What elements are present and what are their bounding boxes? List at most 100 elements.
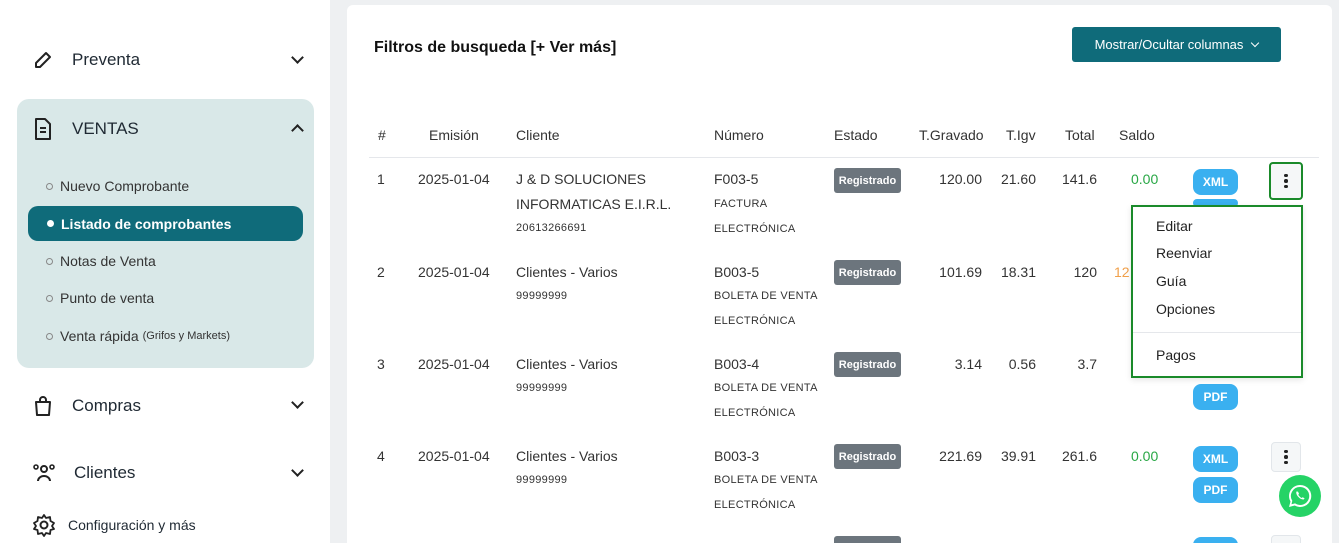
- sub-item-label: Venta rápida: [60, 328, 139, 344]
- cell-emision: 2025-01-04: [418, 356, 490, 372]
- col-header-cliente[interactable]: Cliente: [516, 127, 560, 143]
- sub-item-label: Notas de Venta: [60, 253, 156, 269]
- pdf-button[interactable]: PDF: [1193, 384, 1238, 410]
- nav-item-compras[interactable]: Compras: [32, 395, 141, 417]
- cell-emision: 2025-01-04: [418, 448, 490, 464]
- chevron-down-icon: [1251, 38, 1260, 47]
- cell-emision: 2025-01-04: [418, 264, 490, 280]
- gear-icon: [33, 514, 55, 537]
- show-hide-columns-button[interactable]: Mostrar/Ocultar columnas: [1072, 27, 1281, 62]
- cell-t-igv: 0.56: [1008, 356, 1036, 372]
- nav-item-preventa[interactable]: Preventa: [32, 49, 140, 71]
- bullet-icon: [46, 294, 53, 302]
- dot: [1284, 455, 1288, 459]
- chevron-down-icon[interactable]: [291, 464, 304, 477]
- dot: [1284, 460, 1288, 465]
- sub-item-note: (Grifos y Markets): [142, 330, 231, 342]
- cell-tipo-line2: ELECTRÓNICA: [714, 223, 796, 235]
- cell-tipo-line2: ELECTRÓNICA: [714, 499, 796, 511]
- nav-label-preventa: Preventa: [72, 50, 141, 69]
- sidebar-item-nuevo-comprobante[interactable]: Nuevo Comprobante: [46, 178, 189, 194]
- cell-total: 141.6: [1061, 171, 1097, 187]
- sub-item-label: Nuevo Comprobante: [60, 178, 190, 194]
- sub-item-label: Punto de venta: [60, 290, 155, 306]
- col-header-saldo[interactable]: Saldo: [1119, 127, 1155, 143]
- whatsapp-icon: [1289, 484, 1312, 507]
- xml-button[interactable]: XML: [1193, 169, 1238, 195]
- cell-numero: B003-5: [714, 264, 760, 280]
- xml-button[interactable]: XML: [1193, 446, 1238, 472]
- search-filters-toggle[interactable]: Filtros de busqueda [+ Ver más]: [374, 39, 616, 57]
- col-header-t-gravado[interactable]: T.Gravado: [919, 127, 984, 143]
- status-badge: Registrado: [834, 260, 901, 285]
- dot: [1284, 179, 1288, 183]
- sidebar: Preventa VENTAS Nuevo Comprobante Listad…: [0, 0, 330, 543]
- col-header-t-igv[interactable]: T.Igv: [1006, 127, 1036, 143]
- cell-numero: F003-5: [714, 171, 759, 187]
- status-badge-partial: [834, 536, 901, 543]
- cell-cliente: Clientes - Varios: [516, 448, 618, 464]
- bullet-icon: [47, 220, 54, 227]
- cell-tipo: BOLETA DE VENTA: [714, 382, 818, 394]
- cell-t-gravado: 221.69: [939, 448, 982, 464]
- nav-item-top-partial[interactable]: [32, 0, 54, 6]
- sidebar-item-venta-rapida[interactable]: Venta rápida (Grifos y Markets): [46, 328, 230, 344]
- bullet-icon: [46, 257, 53, 265]
- col-header-numero[interactable]: Número: [714, 127, 764, 143]
- menu-item-pagos[interactable]: Pagos: [1156, 347, 1196, 363]
- cell-numero: B003-4: [714, 356, 760, 372]
- cell-t-gravado: 120.00: [939, 171, 982, 187]
- nav-label-clientes: Clientes: [74, 463, 136, 482]
- chevron-down-icon[interactable]: [291, 396, 304, 409]
- cell-numero: B003-3: [714, 448, 760, 464]
- sub-item-label: Listado de comprobantes: [61, 215, 232, 232]
- col-header-index: #: [378, 127, 386, 143]
- menu-item-opciones[interactable]: Opciones: [1156, 301, 1215, 317]
- nav-label-compras: Compras: [72, 396, 141, 415]
- main-card: Filtros de busqueda [+ Ver más] Mostrar/…: [347, 5, 1332, 543]
- status-badge: Registrado: [834, 168, 901, 193]
- document-icon: [35, 118, 51, 140]
- cell-emision: 2025-01-04: [418, 171, 490, 187]
- cell-total: 120: [1073, 264, 1097, 280]
- cell-tipo: BOLETA DE VENTA: [714, 290, 818, 302]
- bullet-icon: [46, 182, 53, 190]
- cell-tipo-line2: ELECTRÓNICA: [714, 407, 796, 419]
- sidebar-item-listado-comprobantes[interactable]: Listado de comprobantes: [28, 206, 303, 241]
- col-header-estado[interactable]: Estado: [834, 127, 878, 143]
- cell-cliente-doc: 20613266691: [516, 222, 587, 234]
- dot: [1284, 184, 1288, 189]
- xml-button-partial[interactable]: [1193, 537, 1238, 543]
- cell-cliente: J & D SOLUCIONES: [516, 171, 646, 187]
- pdf-button[interactable]: PDF: [1193, 477, 1238, 503]
- status-badge: Registrado: [834, 444, 901, 469]
- cell-tipo-line2: ELECTRÓNICA: [714, 315, 796, 327]
- col-header-emision[interactable]: Emisión: [429, 127, 479, 143]
- bullet-icon: [46, 332, 53, 340]
- cell-saldo: 12: [1114, 264, 1130, 280]
- nav-label-configuracion: Configuración y más: [68, 517, 196, 533]
- menu-item-reenviar[interactable]: Reenviar: [1156, 245, 1212, 261]
- cell-index: 3: [377, 356, 385, 372]
- cell-tipo: FACTURA: [714, 198, 768, 210]
- col-header-total[interactable]: Total: [1065, 127, 1095, 143]
- row-actions-button[interactable]: [1271, 442, 1301, 472]
- cell-tipo: BOLETA DE VENTA: [714, 474, 818, 486]
- nav-item-configuracion[interactable]: Configuración y más: [32, 513, 196, 537]
- sidebar-item-punto-de-venta[interactable]: Punto de venta: [46, 290, 154, 306]
- cell-cliente: Clientes - Varios: [516, 264, 618, 280]
- cell-cliente-doc: 99999999: [516, 474, 568, 486]
- cell-t-gravado: 101.69: [939, 264, 982, 280]
- nav-item-ventas[interactable]: VENTAS: [32, 117, 139, 141]
- row-actions-button[interactable]: [1269, 162, 1303, 200]
- menu-item-guia[interactable]: Guía: [1156, 273, 1186, 289]
- nav-item-clientes[interactable]: Clientes: [32, 462, 135, 484]
- cell-saldo: 0.00: [1131, 171, 1159, 187]
- whatsapp-button[interactable]: [1279, 475, 1321, 517]
- row-actions-button-partial[interactable]: [1271, 535, 1301, 543]
- menu-divider: [1133, 332, 1301, 333]
- chevron-down-icon[interactable]: [291, 51, 304, 64]
- row-actions-menu: Editar Reenviar Guía Opciones Pagos: [1131, 205, 1303, 378]
- sidebar-item-notas-de-venta[interactable]: Notas de Venta: [46, 253, 156, 269]
- menu-item-editar[interactable]: Editar: [1156, 218, 1193, 234]
